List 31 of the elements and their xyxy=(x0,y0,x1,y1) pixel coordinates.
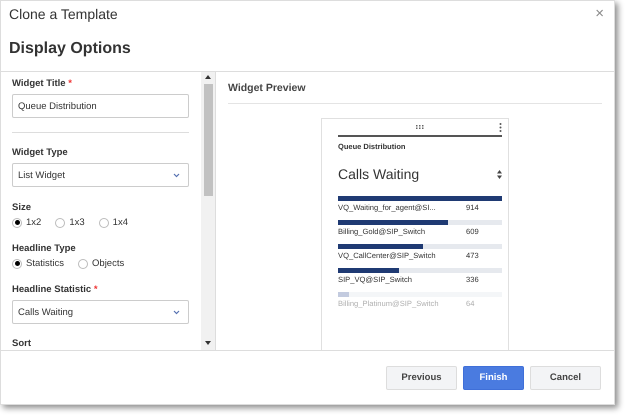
chevron-down-icon xyxy=(173,310,180,314)
field-label: Headline Statistic * xyxy=(12,284,99,295)
drag-handle-icon[interactable] xyxy=(416,125,424,129)
field-label: Headline Type xyxy=(12,243,77,254)
close-icon[interactable]: × xyxy=(595,5,604,22)
radio-option[interactable]: 1x2 xyxy=(12,217,42,228)
scroll-down-icon[interactable] xyxy=(205,341,211,345)
field-label: Widget Title * xyxy=(12,78,73,89)
radio-option[interactable]: Statistics xyxy=(12,258,64,269)
input-field[interactable]: Queue Distribution xyxy=(12,94,189,118)
scrollbar[interactable] xyxy=(201,72,216,350)
secondary-button[interactable]: Cancel xyxy=(530,366,601,390)
field-label: Size xyxy=(12,202,32,213)
field-label: Widget Type xyxy=(12,147,69,158)
headline-statistic: Calls Waiting xyxy=(338,166,420,182)
preview-title: Widget Preview xyxy=(228,72,602,104)
secondary-button[interactable]: Previous xyxy=(386,366,457,390)
dialog-heading: Display Options xyxy=(9,40,131,58)
scroll-up-icon[interactable] xyxy=(205,75,211,79)
more-options-icon[interactable] xyxy=(499,123,502,132)
window-title: Clone a Template xyxy=(9,6,118,22)
scrollbar-thumb[interactable] xyxy=(204,84,212,196)
radio-option[interactable]: 1x3 xyxy=(55,217,85,228)
field-label: Sort xyxy=(12,338,32,349)
primary-button[interactable]: Finish xyxy=(463,366,524,390)
sort-icon[interactable] xyxy=(497,170,502,178)
radio-option[interactable]: 1x4 xyxy=(98,217,128,228)
radio-option[interactable]: Objects xyxy=(78,258,124,269)
dropdown-field[interactable]: List Widget xyxy=(12,163,189,187)
chevron-down-icon xyxy=(173,172,180,178)
dropdown-field[interactable]: Calls Waiting xyxy=(12,300,189,324)
